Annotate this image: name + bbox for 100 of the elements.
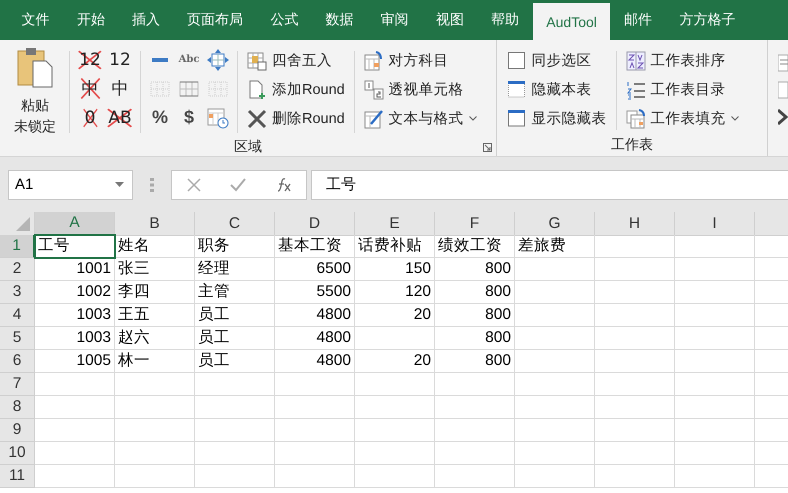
ribbon-tab[interactable]: 文件	[8, 0, 64, 40]
select-all-icon	[16, 217, 30, 231]
name-box[interactable]: A1	[8, 170, 133, 200]
group-label: 工作表	[610, 135, 654, 154]
ribbon-tab[interactable]: 公式	[256, 0, 312, 40]
calendar-arrow-icon	[364, 50, 384, 70]
ribbon-command[interactable]: 透视单元格	[360, 75, 481, 104]
symbol-button[interactable]: Abc	[178, 54, 200, 65]
rounding-icon	[247, 50, 267, 70]
table-cell: 800	[435, 258, 515, 281]
calendar-clock-icon	[207, 106, 229, 128]
row-header[interactable]: 2	[0, 258, 35, 281]
table-cell: 4800	[275, 327, 355, 350]
row-header[interactable]: 11	[0, 465, 35, 488]
row-header[interactable]: 5	[0, 327, 35, 350]
ribbon-command[interactable]: 工作表填充	[622, 104, 743, 133]
table-cell: 800	[435, 327, 515, 350]
table-cell: 1002	[35, 281, 115, 304]
table-cell: 林一	[115, 350, 195, 373]
row-header[interactable]: 6	[0, 350, 35, 373]
ribbon-command[interactable]: 删除Round	[243, 104, 349, 133]
border-grid-icon	[179, 78, 199, 98]
ribbon-tab[interactable]: 帮助	[478, 0, 533, 40]
resize-icon	[207, 48, 229, 70]
table-cell: 1003	[35, 304, 115, 327]
ribbon-command[interactable]: 四舍五入	[243, 46, 349, 75]
row-header[interactable]: 8	[0, 396, 35, 419]
row-header[interactable]: 4	[0, 304, 35, 327]
column-header[interactable]: C	[195, 212, 275, 236]
dialog-launcher-icon[interactable]	[482, 143, 492, 152]
ribbon-tab[interactable]: 审阅	[367, 0, 422, 40]
symbol-button[interactable]: $	[184, 107, 194, 128]
row-header[interactable]: 3	[0, 281, 35, 304]
table-cell: 4800	[275, 304, 355, 327]
ribbon-tab[interactable]: 视图	[422, 0, 478, 40]
border-grid-icon	[208, 78, 228, 98]
row-header[interactable]: 9	[0, 419, 35, 442]
checkbox-icon	[506, 50, 527, 70]
ribbon-tab[interactable]: 邮件	[610, 0, 666, 40]
column-header[interactable]: I	[675, 212, 755, 236]
column-header[interactable]: H	[595, 212, 675, 236]
table-cell: 1001	[35, 258, 115, 281]
ribbon-command[interactable]: 对方科目	[360, 46, 481, 75]
clipboard-icon	[15, 45, 55, 89]
function-icon	[275, 178, 292, 192]
column-header[interactable]: E	[355, 212, 435, 236]
border-grid-icon	[150, 78, 170, 98]
table-cell: 800	[435, 350, 515, 373]
table-cell: 800	[435, 304, 515, 327]
table-cell: 1003	[35, 327, 115, 350]
group-label: 区域	[232, 137, 263, 156]
numbered-cells-icon	[364, 80, 384, 100]
column-header[interactable]: D	[275, 212, 355, 236]
paste-button[interactable]: 粘贴 未锁定	[6, 45, 64, 137]
number-format-button[interactable]: 12	[109, 50, 131, 70]
table-cell: 150	[355, 258, 435, 281]
column-header[interactable]: A	[35, 212, 115, 236]
ribbon-command[interactable]: 同步选区	[502, 46, 611, 75]
grip-icon	[150, 178, 154, 192]
table-cell: 基本工资	[275, 235, 355, 258]
table-cell: 差旅费	[515, 235, 595, 258]
sort-icon	[626, 50, 646, 70]
table-cell: 1005	[35, 350, 115, 373]
formula-input[interactable]: 工号	[311, 170, 788, 200]
numbered-list-icon	[626, 80, 646, 100]
table-cell: 赵六	[115, 327, 195, 350]
ribbon-tab[interactable]: 开始	[63, 0, 118, 40]
check-icon	[230, 178, 246, 192]
table-cell: 5500	[275, 281, 355, 304]
cross-icon	[247, 108, 267, 128]
column-header[interactable]: G	[515, 212, 595, 236]
table-cell: 话费补贴	[355, 235, 435, 258]
ribbon-tab[interactable]: AudTool	[532, 3, 610, 40]
ribbon-tab[interactable]: 插入	[118, 0, 174, 40]
table-cell: 王五	[115, 304, 195, 327]
ribbon-tab[interactable]: 页面布局	[174, 0, 257, 40]
number-format-button[interactable]: 中	[112, 77, 128, 100]
ribbon-command[interactable]: 显示隐藏表	[502, 104, 611, 133]
table-cell: 职务	[195, 235, 275, 258]
dropdown-icon	[115, 182, 124, 187]
chevron-icon	[778, 108, 788, 126]
table-cell: 李四	[115, 281, 195, 304]
table-cell: 800	[435, 281, 515, 304]
symbol-button[interactable]: %	[152, 107, 168, 128]
row-header[interactable]: 7	[0, 373, 35, 396]
ribbon-command[interactable]: 隐藏本表	[502, 75, 611, 104]
minus-icon	[152, 58, 168, 62]
column-header[interactable]: F	[435, 212, 515, 236]
table-cell: 张三	[115, 258, 195, 281]
ribbon-tab[interactable]: 数据	[312, 0, 368, 40]
ribbon-command[interactable]: 工作表目录	[622, 75, 743, 104]
ribbon-command[interactable]: 工作表排序	[622, 46, 743, 75]
ribbon-command[interactable]: 文本与格式	[360, 104, 481, 133]
ribbon-tab[interactable]: 方方格子	[666, 0, 749, 40]
table-cell: 20	[355, 304, 435, 327]
ribbon-command[interactable]: 添加Round	[243, 75, 349, 104]
row-header[interactable]: 1	[0, 235, 35, 258]
sheet-icon	[506, 108, 527, 128]
column-header[interactable]: B	[115, 212, 195, 236]
row-header[interactable]: 10	[0, 442, 35, 465]
